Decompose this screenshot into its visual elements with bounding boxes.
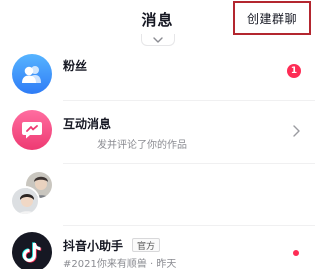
message-icon xyxy=(12,110,52,150)
chevron-right-icon xyxy=(293,125,300,137)
list-item-title: 粉丝 xyxy=(63,59,88,73)
list-item-interactions[interactable]: 互动消息 发并评论了你的作品 xyxy=(0,106,315,162)
users-icon xyxy=(12,54,52,94)
official-badge: 官方 xyxy=(132,238,161,252)
divider xyxy=(63,100,315,101)
divider xyxy=(63,225,315,226)
list-item-douyin-assistant[interactable]: 抖音小助手 官方 #2021你来有顺兽 · 昨天 xyxy=(0,228,315,269)
pull-down-tab[interactable] xyxy=(141,34,175,46)
avatar xyxy=(10,186,40,216)
divider xyxy=(63,163,315,164)
list-item-title: 互动消息 xyxy=(63,117,112,131)
unread-dot xyxy=(293,250,299,256)
header: 消息 创建群聊 xyxy=(0,0,315,38)
messages-screen: 消息 创建群聊 粉丝 1 互动消息 发并评论了你的作品 抖音小助手 官方 #20… xyxy=(0,0,315,269)
list-item-subtitle: #2021你来有顺兽 · 昨天 xyxy=(63,259,177,269)
list-item-group-chat[interactable] xyxy=(0,166,315,222)
create-group-chat-button[interactable]: 创建群聊 xyxy=(233,1,311,35)
chevron-down-icon xyxy=(153,36,163,43)
unread-badge: 1 xyxy=(287,64,301,78)
list-item-title: 抖音小助手 xyxy=(63,239,124,253)
list-item-fans[interactable]: 粉丝 1 xyxy=(0,50,315,98)
list-item-subtitle: 发并评论了你的作品 xyxy=(97,140,187,151)
tiktok-logo-icon xyxy=(12,232,52,269)
